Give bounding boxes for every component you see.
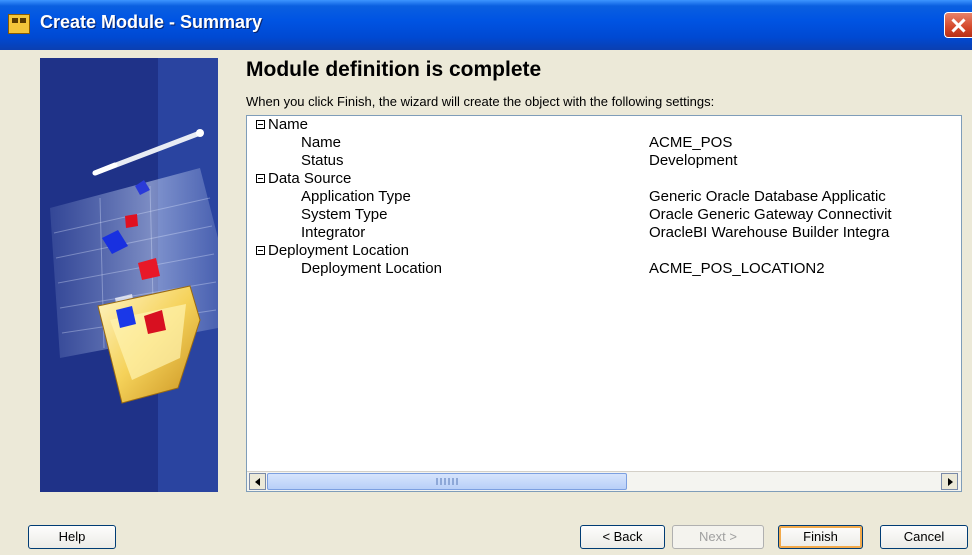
property-value: OracleBI Warehouse Builder Integra: [649, 224, 890, 241]
scroll-right-arrow-icon: [948, 478, 953, 486]
page-description: When you click Finish, the wizard will c…: [246, 94, 715, 109]
help-button-label: Help: [58, 529, 86, 544]
scrollbar-thumb[interactable]: [267, 473, 627, 490]
tree-group-row[interactable]: Name: [247, 116, 961, 134]
tree-property-row[interactable]: Integrator OracleBI Warehouse Builder In…: [247, 224, 961, 242]
page-heading: Module definition is complete: [246, 58, 542, 81]
scroll-left-arrow-icon: [255, 478, 260, 486]
tree-content: Name Name ACME_POS Status Development Da…: [247, 116, 961, 471]
tree-group-label: Name: [268, 116, 309, 133]
tree-property-row[interactable]: Status Development: [247, 152, 961, 170]
property-value: Generic Oracle Database Applicatic: [649, 188, 886, 205]
finish-button-label: Finish: [803, 529, 838, 544]
scroll-right-button[interactable]: [941, 473, 958, 490]
tree-group-label: Data Source: [268, 170, 352, 187]
scrollbar-grip-icon: [436, 478, 460, 485]
title-bar[interactable]: Create Module - Summary: [0, 0, 972, 50]
tree-group-label: Deployment Location: [268, 242, 409, 259]
tree-group-row[interactable]: Deployment Location: [247, 242, 961, 260]
property-value: ACME_POS_LOCATION2: [649, 260, 825, 277]
property-value: ACME_POS: [649, 134, 733, 151]
help-button[interactable]: Help: [28, 525, 116, 549]
property-label: Status: [301, 152, 344, 169]
tree-property-row[interactable]: Name ACME_POS: [247, 134, 961, 152]
tree-property-row[interactable]: Deployment Location ACME_POS_LOCATION2: [247, 260, 961, 278]
next-button-label: Next >: [699, 529, 737, 544]
next-button[interactable]: Next >: [672, 525, 764, 549]
window-title: Create Module - Summary: [40, 12, 263, 32]
property-label: Name: [301, 134, 342, 151]
back-button[interactable]: < Back: [580, 525, 665, 549]
wizard-side-illustration: [40, 58, 218, 492]
collapse-minus-icon[interactable]: [256, 174, 265, 183]
finish-button[interactable]: Finish: [778, 525, 863, 549]
property-value: Development: [649, 152, 738, 169]
close-icon[interactable]: [944, 12, 972, 38]
settings-summary-tree[interactable]: Name Name ACME_POS Status Development Da…: [246, 115, 962, 492]
property-label: Application Type: [301, 188, 411, 205]
tree-property-row[interactable]: Application Type Generic Oracle Database…: [247, 188, 961, 206]
property-label: System Type: [301, 206, 388, 223]
collapse-minus-icon[interactable]: [256, 120, 265, 129]
cancel-button[interactable]: Cancel: [880, 525, 968, 549]
create-module-wizard-window: Create Module - Summary Module definitio…: [0, 0, 972, 555]
property-value: Oracle Generic Gateway Connectivit: [649, 206, 892, 223]
wizard-app-icon: [8, 14, 30, 34]
back-button-label: < Back: [602, 529, 643, 544]
property-label: Deployment Location: [301, 260, 442, 277]
collapse-minus-icon[interactable]: [256, 246, 265, 255]
cancel-button-label: Cancel: [903, 529, 945, 544]
tree-group-row[interactable]: Data Source: [247, 170, 961, 188]
property-label: Integrator: [301, 224, 366, 241]
wizard-illustration-graphic: [40, 58, 218, 492]
scroll-left-button[interactable]: [249, 473, 266, 490]
tree-property-row[interactable]: System Type Oracle Generic Gateway Conne…: [247, 206, 961, 224]
horizontal-scrollbar[interactable]: [247, 471, 961, 491]
